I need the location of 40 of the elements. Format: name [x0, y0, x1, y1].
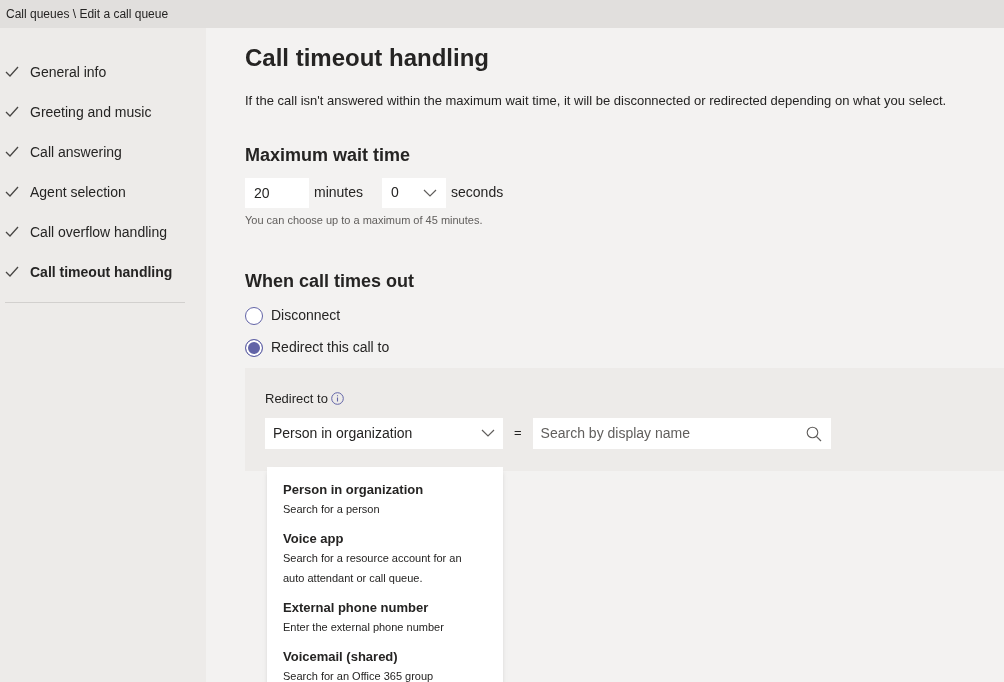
search-field[interactable]: Search by display name — [532, 417, 831, 449]
section-heading: Maximum wait time — [245, 143, 412, 167]
sidebar-item[interactable]: Call timeout handling — [30, 262, 180, 282]
sidebar-item[interactable]: Greeting and music — [30, 102, 180, 122]
equals-sign: = — [514, 424, 522, 443]
minutes-label: minutes — [314, 183, 364, 202]
section-heading: When call times out — [245, 270, 416, 293]
description: If the call isn't answered within the maximum wait time, it will be disconnected or redirected depending on what you select. — [245, 92, 948, 110]
page-title: Call timeout handling — [245, 43, 490, 73]
hint-text: You can choose up to a maximum of 45 minutes. — [245, 212, 484, 228]
radio-button[interactable] — [245, 338, 263, 357]
chevron-down-icon — [423, 188, 438, 197]
info-icon — [330, 392, 344, 406]
menu-item[interactable]: Voice app Search for a resource account for an auto attendant or call queue. — [283, 530, 481, 588]
menu-item-title: Person in organization — [283, 481, 425, 499]
menu-item-subtitle: Search for a person — [283, 502, 381, 517]
sidebar-item[interactable]: Call overflow handling — [30, 222, 180, 242]
sidebar-item[interactable]: Call answering — [30, 142, 180, 162]
breadcrumb: Call queues \ Edit a call queue — [6, 6, 169, 23]
seconds-dropdown[interactable]: 0 — [382, 177, 447, 208]
menu-item[interactable]: Voicemail (shared) Search for an Office 365 group — [283, 648, 481, 682]
sidebar-item[interactable]: Agent selection — [30, 182, 180, 202]
sidebar-item[interactable]: General info — [30, 62, 180, 82]
menu-item-subtitle: Search for a resource account for an auto attendant or call queue. — [283, 551, 463, 586]
redirect-type-dropdown[interactable]: Person in organization — [265, 417, 503, 449]
radio-label: Redirect this call to — [271, 338, 390, 357]
radio-button[interactable] — [245, 306, 263, 325]
menu-item-subtitle: Enter the external phone number — [283, 620, 445, 635]
menu-item-title: Voicemail (shared) — [283, 648, 399, 666]
chevron-down-icon — [481, 429, 495, 437]
menu-item-subtitle: Search for an Office 365 group — [283, 669, 435, 682]
radio-label: Disconnect — [271, 306, 341, 325]
minutes-field[interactable]: 20 — [245, 177, 309, 208]
seconds-label: seconds — [451, 183, 504, 202]
search-icon — [805, 425, 822, 442]
redirect-label: Redirect to — [265, 390, 328, 408]
menu-item-title: External phone number — [283, 599, 430, 617]
menu-item-title: Voice app — [283, 530, 345, 548]
menu-item[interactable]: Person in organization Search for a person — [283, 481, 481, 519]
menu-item[interactable]: External phone number Enter the external phone number — [283, 599, 481, 637]
